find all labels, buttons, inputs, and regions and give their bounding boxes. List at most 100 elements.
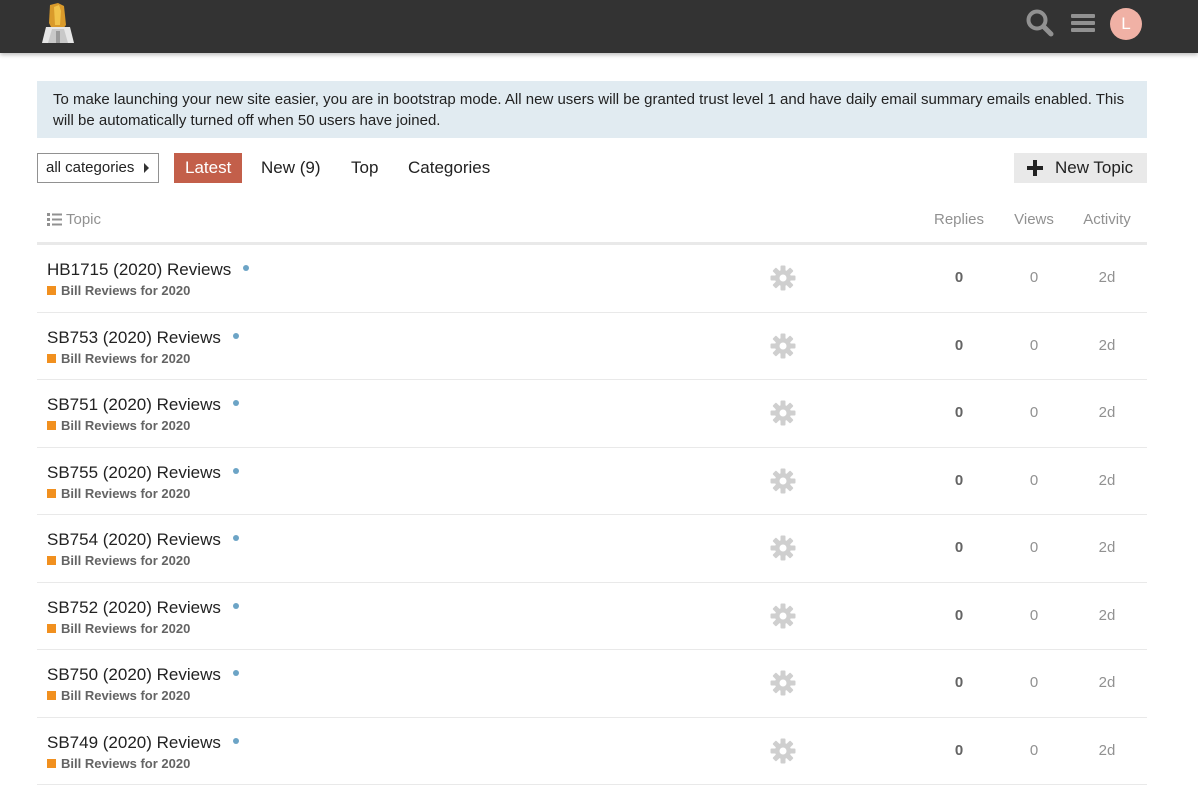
topic-title-link[interactable]: SB753 (2020) Reviews	[47, 328, 239, 348]
topic-views-count: 0	[1004, 268, 1064, 288]
topic-category-label: Bill Reviews for 2020	[61, 283, 190, 298]
topic-category-label: Bill Reviews for 2020	[61, 621, 190, 636]
topic-views-count: 0	[1004, 403, 1064, 423]
topic-activity-time[interactable]: 2d	[1077, 471, 1137, 491]
topic-title: HB1715 (2020) Reviews	[47, 260, 231, 279]
topic-activity-time[interactable]: 2d	[1077, 673, 1137, 693]
topic-replies-count: 0	[919, 336, 999, 356]
column-topic-label: Topic	[66, 211, 101, 228]
topic-title: SB753 (2020) Reviews	[47, 328, 221, 347]
unread-dot-icon	[233, 603, 239, 609]
topic-activity-time[interactable]: 2d	[1077, 336, 1137, 356]
tab-top[interactable]: Top	[340, 153, 389, 183]
banner-text: To make launching your new site easier, …	[53, 91, 1124, 129]
topic-replies-count: 0	[919, 471, 999, 491]
topic-row: SB751 (2020) Reviews Bill Reviews for 202…	[37, 380, 1147, 448]
tab-new[interactable]: New (9)	[250, 153, 332, 183]
topic-activity-time[interactable]: 2d	[1077, 741, 1137, 761]
topic-activity-time[interactable]: 2d	[1077, 606, 1137, 626]
column-header-activity[interactable]: Activity	[1077, 210, 1137, 230]
topic-replies-count: 0	[919, 403, 999, 423]
topic-category-label: Bill Reviews for 2020	[61, 553, 190, 568]
unread-dot-icon	[233, 670, 239, 676]
new-topic-label: New Topic	[1055, 153, 1133, 183]
topic-category-badge[interactable]: Bill Reviews for 2020	[47, 283, 190, 299]
category-color-square-icon	[47, 691, 56, 700]
topic-title: SB750 (2020) Reviews	[47, 665, 221, 684]
topic-category-label: Bill Reviews for 2020	[61, 351, 190, 366]
topic-category-badge[interactable]: Bill Reviews for 2020	[47, 486, 190, 502]
search-icon	[1024, 7, 1056, 39]
topic-row: SB752 (2020) Reviews Bill Reviews for 202…	[37, 583, 1147, 651]
tab-latest[interactable]: Latest	[174, 153, 242, 183]
topic-category-badge[interactable]: Bill Reviews for 2020	[47, 621, 190, 637]
unread-dot-icon	[233, 400, 239, 406]
topic-views-count: 0	[1004, 741, 1064, 761]
poster-avatar-gear-icon[interactable]	[770, 738, 796, 764]
unread-dot-icon	[233, 468, 239, 474]
topic-views-count: 0	[1004, 673, 1064, 693]
category-color-square-icon	[47, 354, 56, 363]
poster-avatar-gear-icon[interactable]	[770, 400, 796, 426]
category-dropdown-label: all categories	[46, 159, 134, 176]
poster-avatar-gear-icon[interactable]	[770, 468, 796, 494]
topic-list: HB1715 (2020) Reviews Bill Reviews for 20…	[37, 245, 1147, 785]
poster-avatar-gear-icon[interactable]	[770, 265, 796, 291]
site-logo[interactable]	[38, 3, 78, 43]
topic-replies-count: 0	[919, 606, 999, 626]
topic-category-label: Bill Reviews for 2020	[61, 418, 190, 433]
category-color-square-icon	[47, 489, 56, 498]
category-color-square-icon	[47, 759, 56, 768]
poster-avatar-gear-icon[interactable]	[770, 535, 796, 561]
poster-avatar-gear-icon[interactable]	[770, 670, 796, 696]
topic-category-badge[interactable]: Bill Reviews for 2020	[47, 756, 190, 772]
topic-row: SB754 (2020) Reviews Bill Reviews for 202…	[37, 515, 1147, 583]
column-header-topic[interactable]: Topic	[47, 210, 101, 230]
topic-title-link[interactable]: SB749 (2020) Reviews	[47, 733, 239, 753]
topic-row: HB1715 (2020) Reviews Bill Reviews for 20…	[37, 245, 1147, 313]
hamburger-menu-button[interactable]	[1066, 7, 1098, 39]
topic-category-badge[interactable]: Bill Reviews for 2020	[47, 688, 190, 704]
topic-category-badge[interactable]: Bill Reviews for 2020	[47, 553, 190, 569]
tab-categories[interactable]: Categories	[397, 153, 501, 183]
topic-title: SB752 (2020) Reviews	[47, 598, 221, 617]
column-header-replies[interactable]: Replies	[919, 210, 999, 230]
topic-replies-count: 0	[919, 538, 999, 558]
topic-activity-time[interactable]: 2d	[1077, 268, 1137, 288]
statue-logo-icon	[38, 3, 78, 43]
new-topic-button[interactable]: New Topic	[1014, 153, 1147, 183]
topic-title-link[interactable]: SB752 (2020) Reviews	[47, 598, 239, 618]
topic-title-link[interactable]: SB751 (2020) Reviews	[47, 395, 239, 415]
search-button[interactable]	[1024, 7, 1056, 39]
topic-category-badge[interactable]: Bill Reviews for 2020	[47, 351, 190, 367]
topic-activity-time[interactable]: 2d	[1077, 538, 1137, 558]
category-color-square-icon	[47, 421, 56, 430]
poster-avatar-gear-icon[interactable]	[770, 603, 796, 629]
category-color-square-icon	[47, 286, 56, 295]
category-dropdown[interactable]: all categories	[37, 153, 159, 183]
topic-row: SB750 (2020) Reviews Bill Reviews for 202…	[37, 650, 1147, 718]
topic-title-link[interactable]: SB754 (2020) Reviews	[47, 530, 239, 550]
unread-dot-icon	[233, 738, 239, 744]
topic-replies-count: 0	[919, 673, 999, 693]
bootstrap-mode-banner: To make launching your new site easier, …	[37, 81, 1147, 138]
topic-views-count: 0	[1004, 336, 1064, 356]
topic-title: SB751 (2020) Reviews	[47, 395, 221, 414]
poster-avatar-gear-icon[interactable]	[770, 333, 796, 359]
site-header: L	[0, 0, 1198, 53]
topic-title-link[interactable]: SB750 (2020) Reviews	[47, 665, 239, 685]
topic-title: SB755 (2020) Reviews	[47, 463, 221, 482]
topic-row: SB753 (2020) Reviews Bill Reviews for 202…	[37, 313, 1147, 381]
topic-category-label: Bill Reviews for 2020	[61, 756, 190, 771]
topic-title-link[interactable]: SB755 (2020) Reviews	[47, 463, 239, 483]
plus-icon	[1027, 160, 1043, 176]
column-header-views[interactable]: Views	[1004, 210, 1064, 230]
caret-right-icon	[144, 163, 149, 173]
user-avatar[interactable]: L	[1110, 8, 1142, 40]
topic-category-label: Bill Reviews for 2020	[61, 688, 190, 703]
topic-category-badge[interactable]: Bill Reviews for 2020	[47, 418, 190, 434]
topic-activity-time[interactable]: 2d	[1077, 403, 1137, 423]
topic-replies-count: 0	[919, 741, 999, 761]
topic-title-link[interactable]: HB1715 (2020) Reviews	[47, 260, 249, 280]
unread-dot-icon	[243, 265, 249, 271]
